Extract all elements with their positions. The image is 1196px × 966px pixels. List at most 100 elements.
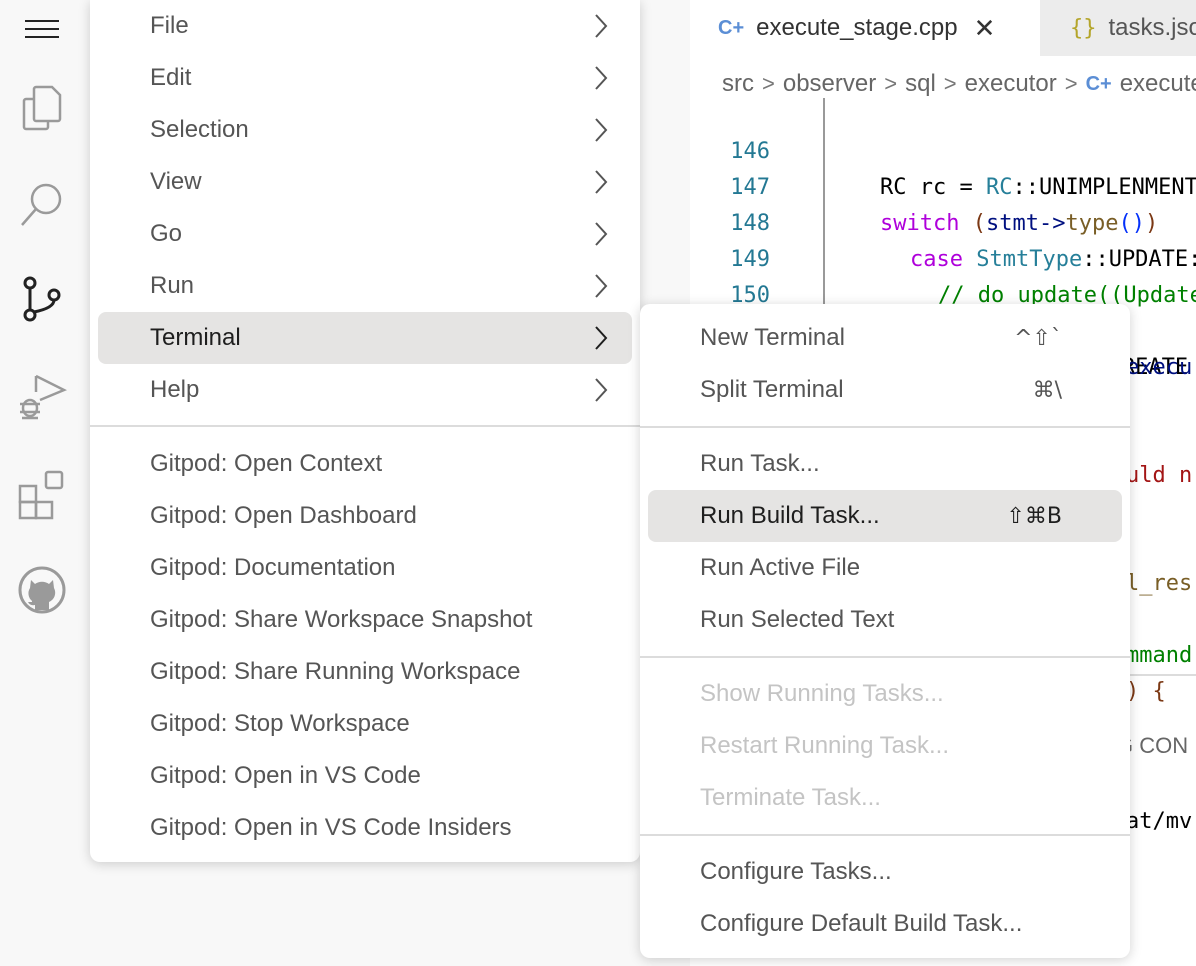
menu-item-restart-running-task: Restart Running Task... bbox=[648, 720, 1122, 772]
menu-item-label: Edit bbox=[150, 64, 192, 91]
hamburger-menu-button[interactable] bbox=[12, 0, 72, 60]
search-icon bbox=[21, 183, 62, 226]
menu-item-gitpod-documentation[interactable]: Gitpod: Documentation bbox=[98, 542, 632, 594]
menu-item-gitpod-open-dashboard[interactable]: Gitpod: Open Dashboard bbox=[98, 490, 632, 542]
chevron-right-icon bbox=[595, 274, 608, 298]
menu-item-label: Gitpod: Open Context bbox=[150, 450, 383, 477]
chevron-right-icon bbox=[595, 378, 608, 402]
github-button[interactable] bbox=[12, 560, 72, 620]
menu-item-edit[interactable]: Edit bbox=[98, 52, 632, 104]
search-button[interactable] bbox=[12, 174, 72, 234]
menu-item-label: Run Build Task... bbox=[700, 502, 880, 529]
menu-separator bbox=[90, 425, 640, 427]
menu-item-gitpod-share-running[interactable]: Gitpod: Share Running Workspace bbox=[98, 646, 632, 698]
menu-item-run-selected-text[interactable]: Run Selected Text bbox=[648, 594, 1122, 646]
menu-item-label: Configure Tasks... bbox=[700, 858, 892, 885]
menu-item-file[interactable]: File bbox=[98, 0, 632, 52]
files-icon bbox=[22, 85, 62, 131]
chevron-right-icon bbox=[595, 14, 608, 38]
close-icon[interactable]: ✕ bbox=[974, 13, 996, 44]
menu-item-selection[interactable]: Selection bbox=[98, 104, 632, 156]
keyboard-shortcut: ⇧⌘B bbox=[1006, 503, 1062, 529]
code-fragment: execu bbox=[1126, 355, 1193, 380]
source-control-icon bbox=[23, 276, 61, 322]
menu-item-label: Help bbox=[150, 376, 200, 403]
menu-item-label: Show Running Tasks... bbox=[700, 680, 944, 707]
menu-item-label: Split Terminal bbox=[700, 376, 844, 403]
menu-item-label: Go bbox=[150, 220, 183, 247]
chevron-right-icon bbox=[595, 118, 608, 142]
chevron-right-icon bbox=[595, 222, 608, 246]
menu-item-label: Run Active File bbox=[700, 554, 861, 581]
hamburger-icon bbox=[25, 20, 59, 38]
menu-separator bbox=[640, 834, 1130, 836]
menu-item-configure-tasks[interactable]: Configure Tasks... bbox=[648, 846, 1122, 898]
tab-tasks-json[interactable]: {} tasks.json bbox=[1040, 0, 1196, 56]
menu-item-label: Run bbox=[150, 272, 195, 299]
menu-item-run-active-file[interactable]: Run Active File bbox=[648, 542, 1122, 594]
menu-item-go[interactable]: Go bbox=[98, 208, 632, 260]
chevron-right-icon: > bbox=[1064, 71, 1078, 96]
menu-item-gitpod-open-vscode-insiders[interactable]: Gitpod: Open in VS Code Insiders bbox=[98, 802, 632, 854]
breadcrumb-item[interactable]: executor bbox=[965, 70, 1057, 98]
code-line: 150 } break; bbox=[690, 242, 1196, 344]
menu-item-configure-default-build-task[interactable]: Configure Default Build Task... bbox=[648, 898, 1122, 950]
menu-item-gitpod-stop-workspace[interactable]: Gitpod: Stop Workspace bbox=[98, 698, 632, 750]
menu-item-run-task[interactable]: Run Task... bbox=[648, 438, 1122, 490]
breadcrumb-item[interactable]: src bbox=[722, 70, 754, 98]
tab-label: execute_stage.cpp bbox=[756, 14, 958, 41]
menu-item-label: Gitpod: Stop Workspace bbox=[150, 710, 410, 737]
chevron-right-icon: > bbox=[762, 71, 775, 96]
debug-icon bbox=[20, 374, 68, 420]
menu-item-label: Run Task... bbox=[700, 450, 820, 477]
menu-item-gitpod-open-context[interactable]: Gitpod: Open Context bbox=[98, 438, 632, 490]
menu-item-label: Run Selected Text bbox=[700, 606, 895, 633]
menu-item-split-terminal[interactable]: Split Terminal ⌘\ bbox=[648, 364, 1122, 416]
keyboard-shortcut: ⌘\ bbox=[1032, 377, 1062, 403]
breadcrumb-item[interactable]: sql bbox=[905, 70, 936, 98]
main-menu: File Edit Selection View Go Run Terminal… bbox=[90, 0, 640, 862]
menu-item-label: Gitpod: Open Dashboard bbox=[150, 502, 417, 529]
tab-strip: C+ execute_stage.cpp ✕ {} tasks.json bbox=[690, 0, 1196, 56]
code-line: 149 // do_update((UpdateStmt *)stmt) bbox=[690, 206, 1196, 308]
explorer-button[interactable] bbox=[12, 78, 72, 138]
menu-item-label: Gitpod: Open in VS Code Insiders bbox=[150, 814, 512, 841]
code-fragment: uld n bbox=[1126, 463, 1193, 488]
menu-item-label: Terminate Task... bbox=[700, 784, 881, 811]
menu-item-label: Terminal bbox=[150, 324, 241, 351]
menu-item-label: Configure Default Build Task... bbox=[700, 910, 1023, 937]
run-debug-button[interactable] bbox=[12, 366, 72, 426]
menu-item-label: View bbox=[150, 168, 202, 195]
menu-item-label: Gitpod: Share Workspace Snapshot bbox=[150, 606, 533, 633]
breadcrumb-item[interactable]: observer bbox=[783, 70, 876, 98]
menu-separator bbox=[640, 656, 1130, 658]
code-fragment: l_res bbox=[1126, 571, 1193, 596]
menu-item-label: Gitpod: Share Running Workspace bbox=[150, 658, 521, 685]
menu-item-gitpod-share-snapshot[interactable]: Gitpod: Share Workspace Snapshot bbox=[98, 594, 632, 646]
menu-item-help[interactable]: Help bbox=[98, 364, 632, 416]
source-control-button[interactable] bbox=[12, 270, 72, 330]
extensions-icon bbox=[18, 470, 64, 520]
chevron-right-icon bbox=[595, 66, 608, 90]
menu-item-label: File bbox=[150, 12, 189, 39]
menu-separator bbox=[640, 426, 1130, 428]
code-line: 147 switch (stmt->type()) bbox=[690, 134, 1196, 236]
github-icon bbox=[18, 566, 66, 614]
breadcrumb-item[interactable]: execute_stage.cpp bbox=[1120, 70, 1196, 98]
menu-item-label: Selection bbox=[150, 116, 249, 143]
tab-execute-stage-cpp[interactable]: C+ execute_stage.cpp ✕ bbox=[690, 0, 1040, 56]
chevron-right-icon: > bbox=[884, 71, 898, 96]
menu-item-label: Restart Running Task... bbox=[700, 732, 950, 759]
menu-item-new-terminal[interactable]: New Terminal ^⇧` bbox=[648, 312, 1122, 364]
menu-item-gitpod-open-vscode[interactable]: Gitpod: Open in VS Code bbox=[98, 750, 632, 802]
menu-item-view[interactable]: View bbox=[98, 156, 632, 208]
menu-item-run[interactable]: Run bbox=[98, 260, 632, 312]
chevron-right-icon bbox=[595, 170, 608, 194]
menu-item-run-build-task[interactable]: Run Build Task... ⇧⌘B bbox=[648, 490, 1122, 542]
menu-item-terminal[interactable]: Terminal bbox=[98, 312, 632, 364]
menu-item-terminate-task: Terminate Task... bbox=[648, 772, 1122, 824]
extensions-button[interactable] bbox=[12, 464, 72, 524]
json-file-icon: {} bbox=[1070, 15, 1097, 41]
terminal-fragment: at/mv bbox=[1126, 809, 1193, 834]
chevron-right-icon: > bbox=[943, 71, 957, 96]
